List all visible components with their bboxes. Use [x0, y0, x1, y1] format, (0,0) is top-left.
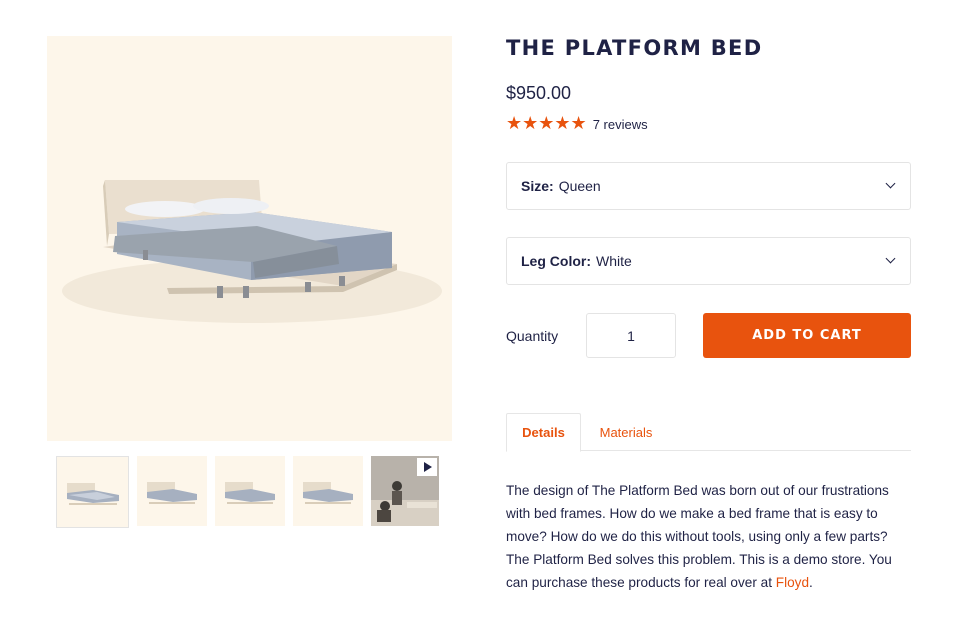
leg-color-label: Leg Color: — [521, 253, 591, 269]
product-rating[interactable]: ★★★★★ 7 reviews — [506, 115, 648, 133]
thumbnail-bed-back[interactable] — [293, 456, 363, 526]
size-value: Queen — [558, 178, 601, 194]
thumbnail-strip — [56, 456, 439, 528]
star-rating-icon: ★★★★★ — [506, 113, 587, 134]
product-price: $950.00 — [506, 83, 572, 103]
thumbnail-bed-side[interactable] — [215, 456, 285, 526]
product-title: THE PLATFORM BED — [506, 36, 763, 60]
product-description: The design of The Platform Bed was born … — [506, 479, 911, 594]
size-select[interactable]: Size: Queen — [506, 162, 911, 210]
description-text: The design of The Platform Bed was born … — [506, 483, 892, 590]
chevron-down-icon — [885, 253, 896, 264]
quantity-label: Quantity — [506, 328, 559, 344]
reviews-count[interactable]: 7 reviews — [593, 117, 648, 132]
floyd-link[interactable]: Floyd — [776, 575, 809, 590]
product-tabs: Details Materials — [506, 413, 911, 452]
tab-details[interactable]: Details — [506, 413, 581, 452]
thumbnail-bed-front[interactable] — [56, 456, 129, 528]
play-icon[interactable] — [417, 458, 437, 476]
leg-color-select[interactable]: Leg Color: White — [506, 237, 911, 285]
add-to-cart-button[interactable]: ADD TO CART — [703, 313, 911, 358]
thumbnail-assembly-video[interactable] — [371, 456, 439, 526]
chevron-down-icon — [885, 178, 896, 189]
description-end: . — [809, 575, 813, 590]
leg-color-value: White — [596, 253, 632, 269]
tab-materials[interactable]: Materials — [590, 413, 662, 451]
product-page: THE PLATFORM BED $950.00 ★★★★★ 7 reviews… — [0, 0, 979, 618]
quantity-input[interactable] — [586, 313, 676, 358]
main-product-image[interactable] — [47, 36, 452, 441]
size-label: Size: — [521, 178, 554, 194]
thumbnail-bed-angle[interactable] — [137, 456, 207, 526]
